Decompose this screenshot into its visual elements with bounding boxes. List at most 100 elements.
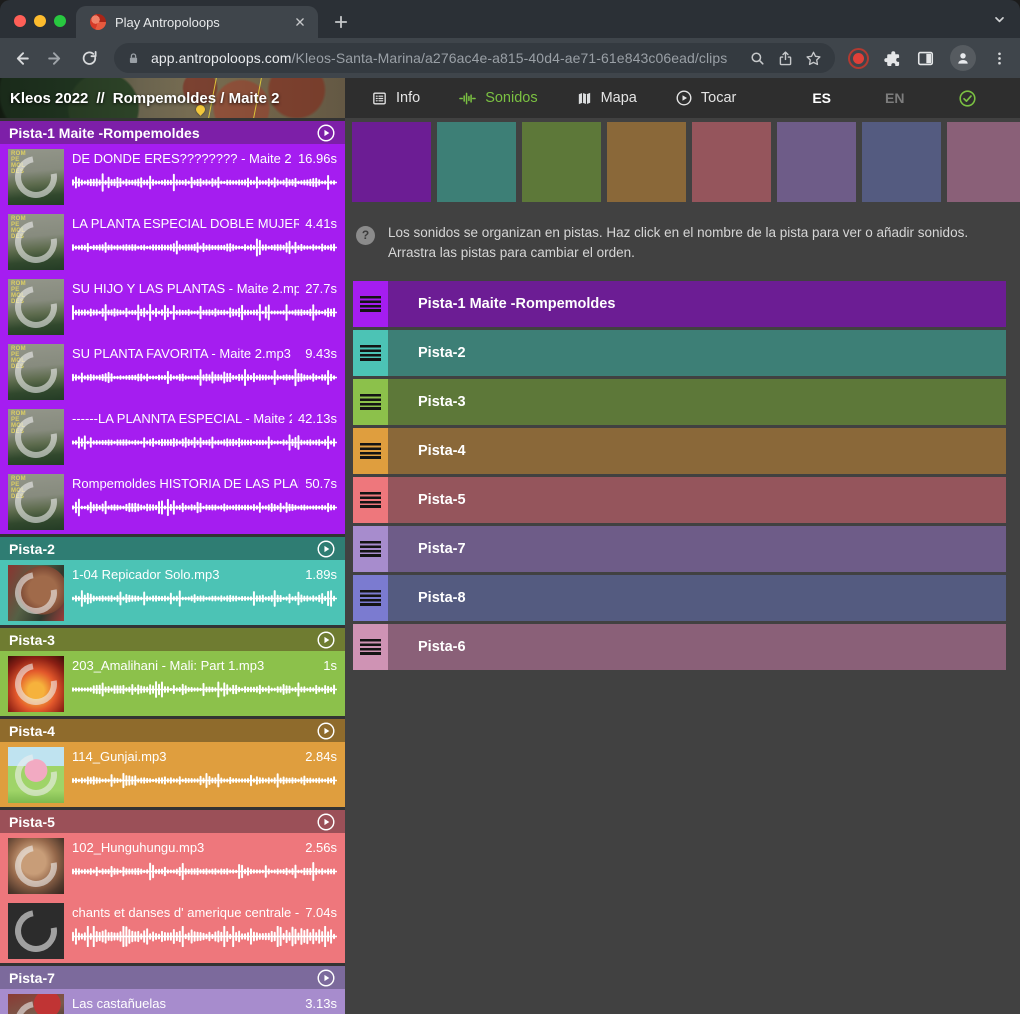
extensions-icon[interactable]: [882, 49, 901, 68]
track-row[interactable]: Pista-1 Maite -Rompemoldes: [353, 281, 1006, 327]
track-clips: Las castañuelas3.13s: [0, 989, 345, 1014]
breadcrumb-project[interactable]: Kleos 2022: [10, 90, 88, 107]
zoom-page-icon[interactable]: [749, 50, 766, 67]
lang-en-button[interactable]: EN: [885, 90, 904, 106]
drag-handle[interactable]: [353, 330, 388, 376]
track-play-button[interactable]: [316, 812, 336, 832]
clip[interactable]: 203_Amalihani - Mali: Part 1.mp31s: [0, 651, 345, 716]
clip-title: chants et danses d' amerique centrale - …: [72, 905, 299, 920]
traffic-light-zoom[interactable]: [54, 15, 66, 27]
track-row-body[interactable]: Pista-3: [388, 379, 1006, 425]
clip[interactable]: 102_Hunguhungu.mp32.56s: [0, 833, 345, 898]
track-row[interactable]: Pista-6: [353, 624, 1006, 670]
clip-info: 1-04 Repicador Solo.mp31.89s: [72, 567, 337, 582]
drag-handle[interactable]: [353, 379, 388, 425]
tab-sonidos[interactable]: Sonidos: [458, 90, 537, 107]
tab-mapa[interactable]: Mapa: [576, 90, 637, 107]
map-strip[interactable]: Kleos 2022//Rompemoldes / Maite 2: [0, 78, 345, 118]
track-play-button[interactable]: [316, 630, 336, 650]
share-icon[interactable]: [777, 50, 794, 67]
clip[interactable]: chants et danses d' amerique centrale - …: [0, 898, 345, 963]
clip-duration: 1s: [323, 658, 337, 673]
browser-window: Play Antropoloops app.antropoloops.com/K…: [0, 0, 1020, 1014]
tab-info[interactable]: Info: [371, 90, 420, 107]
side-panel-icon[interactable]: [916, 49, 935, 68]
url-bar[interactable]: app.antropoloops.com/Kleos-Santa-Marina/…: [114, 43, 835, 73]
clip-title: SU PLANTA FAVORITA - Maite 2.mp3: [72, 346, 291, 361]
track-row-body[interactable]: Pista-1 Maite -Rompemoldes: [388, 281, 1006, 327]
clip-thumbnail: ROM PE MOL DES: [8, 279, 64, 335]
clip[interactable]: 1-04 Repicador Solo.mp31.89s: [0, 560, 345, 625]
track-row[interactable]: Pista-8: [353, 575, 1006, 621]
tab-search-button[interactable]: [991, 11, 1008, 28]
clip[interactable]: ROM PE MOL DESLA PLANTA ESPECIAL DOBLE M…: [0, 209, 345, 274]
tab-close-icon[interactable]: [292, 14, 308, 30]
clip[interactable]: ROM PE MOL DESDE DONDE ERES???????? - Ma…: [0, 144, 345, 209]
clip[interactable]: ROM PE MOL DES SU HIJO Y LAS PLANTAS - Ma…: [0, 274, 345, 339]
track-row-body[interactable]: Pista-4: [388, 428, 1006, 474]
track-play-button[interactable]: [316, 539, 336, 559]
clip-title: 1-04 Repicador Solo.mp3: [72, 567, 219, 582]
track-row[interactable]: Pista-4: [353, 428, 1006, 474]
drag-handle[interactable]: [353, 281, 388, 327]
track-play-button[interactable]: [316, 721, 336, 741]
tab-mapa-label: Mapa: [601, 90, 637, 106]
bookmark-star-icon[interactable]: [805, 50, 822, 67]
track-row-body[interactable]: Pista-8: [388, 575, 1006, 621]
track-header[interactable]: Pista-7: [0, 966, 345, 989]
chevron-down-icon: [991, 11, 1008, 28]
clip[interactable]: Las castañuelas3.13s: [0, 989, 345, 1014]
clip-duration: 16.96s: [298, 151, 337, 166]
track-clips: 203_Amalihani - Mali: Part 1.mp31s: [0, 651, 345, 716]
track-row-label: Pista-3: [418, 394, 466, 410]
browser-menu-button[interactable]: [991, 50, 1008, 67]
track-play-button[interactable]: [316, 968, 336, 988]
tab-tocar[interactable]: Tocar: [675, 89, 736, 107]
track-title: Pista-7: [9, 970, 55, 986]
track-row-body[interactable]: Pista-7: [388, 526, 1006, 572]
new-tab-button[interactable]: [332, 13, 350, 31]
clip-body: LA PLANTA ESPECIAL DOBLE MUJER - Mai...4…: [72, 214, 337, 274]
track-header[interactable]: Pista-4: [0, 719, 345, 742]
track-color-swatch: [862, 122, 941, 202]
clip-duration: 3.13s: [305, 996, 337, 1011]
profile-avatar[interactable]: [950, 45, 976, 71]
track-header[interactable]: Pista-2: [0, 537, 345, 560]
reload-button[interactable]: [80, 49, 99, 68]
track-row[interactable]: Pista-2: [353, 330, 1006, 376]
clip-title: SU HIJO Y LAS PLANTAS - Maite 2.mp3: [72, 281, 299, 296]
traffic-light-close[interactable]: [14, 15, 26, 27]
drag-handle[interactable]: [353, 477, 388, 523]
browser-tab[interactable]: Play Antropoloops: [76, 6, 318, 38]
track-row[interactable]: Pista-5: [353, 477, 1006, 523]
track-row[interactable]: Pista-7: [353, 526, 1006, 572]
clip-waveform: [72, 861, 337, 882]
forward-button[interactable]: [46, 49, 65, 68]
clip-info: 102_Hunguhungu.mp32.56s: [72, 840, 337, 855]
play-circle-icon: [316, 539, 336, 559]
track-row-body[interactable]: Pista-2: [388, 330, 1006, 376]
back-button[interactable]: [12, 49, 31, 68]
breadcrumb[interactable]: Kleos 2022//Rompemoldes / Maite 2: [10, 90, 279, 107]
track-header[interactable]: Pista-1 Maite -Rompemoldes: [0, 121, 345, 144]
record-button[interactable]: [853, 53, 864, 64]
drag-handle[interactable]: [353, 428, 388, 474]
track-row-body[interactable]: Pista-5: [388, 477, 1006, 523]
traffic-light-minimize[interactable]: [34, 15, 46, 27]
url-path: /Kleos-Santa-Marina/a276ac4e-a815-40d4-a…: [292, 50, 728, 66]
clip[interactable]: ROM PE MOL DESRompemoldes HISTORIA DE LA…: [0, 469, 345, 534]
clip-title: Rompemoldes HISTORIA DE LAS PLANTAS...: [72, 476, 299, 491]
drag-handle[interactable]: [353, 575, 388, 621]
clip[interactable]: 114_Gunjai.mp32.84s: [0, 742, 345, 807]
track-header[interactable]: Pista-3: [0, 628, 345, 651]
clip[interactable]: ROM PE MOL DES------LA PLANNTA ESPECIAL …: [0, 404, 345, 469]
drag-handle[interactable]: [353, 526, 388, 572]
track-row[interactable]: Pista-3: [353, 379, 1006, 425]
lang-es-button[interactable]: ES: [812, 90, 831, 106]
drag-handle[interactable]: [353, 624, 388, 670]
clip[interactable]: ROM PE MOL DESSU PLANTA FAVORITA - Maite…: [0, 339, 345, 404]
track-header[interactable]: Pista-5: [0, 810, 345, 833]
track-row-body[interactable]: Pista-6: [388, 624, 1006, 670]
clip-duration: 27.7s: [305, 281, 337, 296]
track-play-button[interactable]: [316, 123, 336, 143]
